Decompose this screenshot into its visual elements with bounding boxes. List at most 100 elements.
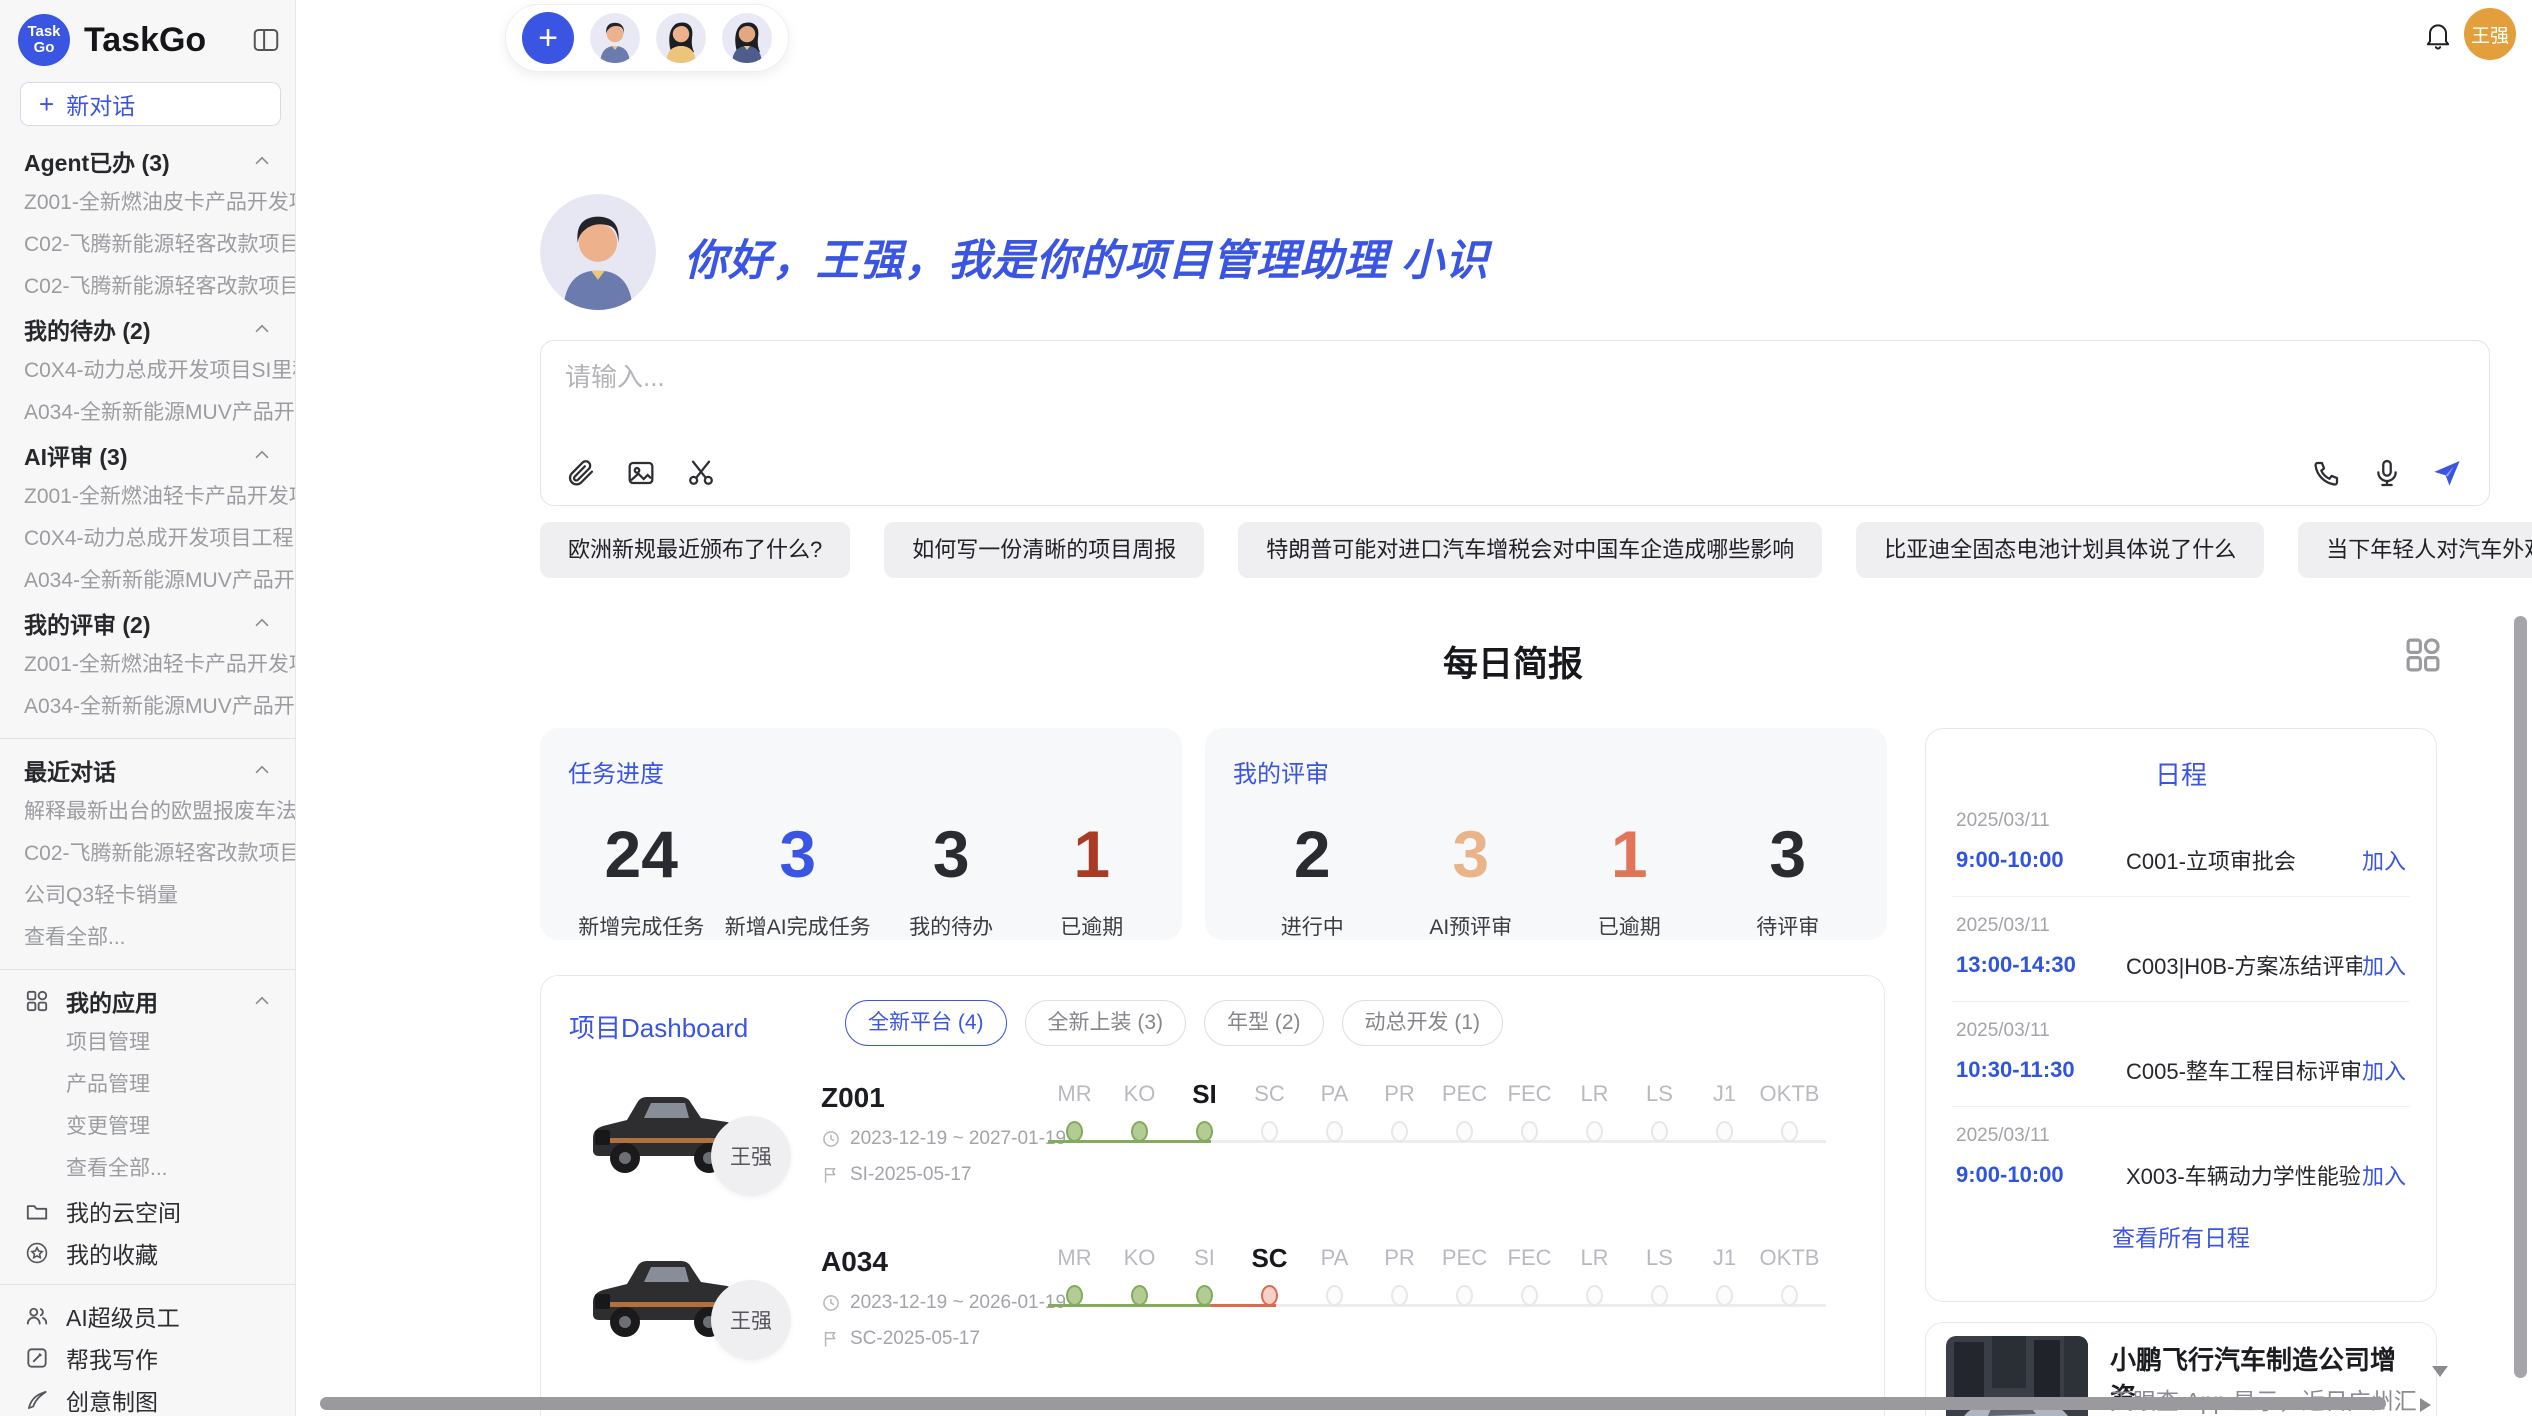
milestone-dot [1391,1285,1408,1306]
event-time: 13:00-14:30 [1956,952,2126,978]
sidebar-section-header[interactable]: 我的待办 (2) [0,308,295,350]
event-time: 9:00-10:00 [1956,847,2126,873]
sidebar-item[interactable]: C02-飞腾新能源轻客改款项目立项汇报方案 [0,266,295,308]
sidebar-tool[interactable]: 创意制图 [0,1379,295,1416]
agent-avatar-2[interactable] [656,13,706,63]
chat-input-card [540,340,2490,506]
view-all-schedule-link[interactable]: 查看所有日程 [1926,1219,2436,1253]
recent-chat-item[interactable]: 解释最新出台的欧盟报废车法规再生塑料比例被调至15%... [0,791,295,833]
sidebar-item[interactable]: C02-飞腾新能源轻客改款项目里程碑画布 [0,224,295,266]
image-upload-icon[interactable] [625,457,657,489]
event-join-link[interactable]: 加入 [2362,844,2406,876]
scroll-right-arrow[interactable] [2420,1398,2431,1412]
sidebar-section-label: 我的待办 (2) [24,312,151,346]
sidebar-section-header[interactable]: 我的评审 (2) [0,602,295,644]
chevron-up-icon[interactable] [251,318,273,340]
dashboard-tab[interactable]: 年型 (2) [1204,1000,1324,1046]
plus-icon: + [39,89,54,120]
apps-view-all[interactable]: 查看全部... [0,1148,295,1190]
stat-metric: 24新增完成任务 [578,815,704,941]
milestone-dot [1196,1285,1213,1306]
microphone-icon[interactable] [2371,457,2403,489]
vertical-scrollbar[interactable] [2514,616,2527,1378]
chevron-up-icon[interactable] [251,444,273,466]
project-owner-badge: 王强 [711,1280,791,1360]
dashboard-tab[interactable]: 全新平台 (4) [845,1000,1007,1046]
suggestion-chip[interactable]: 当下年轻人对汽车外观有怎样的喜好趋势 [2298,522,2532,578]
suggestion-chip[interactable]: 欧洲新规最近颁布了什么? [540,522,850,578]
briefing-layout-icon[interactable] [2402,634,2444,676]
event-join-link[interactable]: 加入 [2362,949,2406,981]
milestone: KO [1107,1236,1172,1306]
sidebar-item[interactable]: Z001-全新燃油皮卡产品开发项目SI节点Lesson Learn报告 [0,182,295,224]
app-link[interactable]: 变更管理 [0,1106,295,1148]
schedule-panel: 日程 2025/03/119:00-10:00C001-立项审批会加入2025/… [1925,728,2437,1302]
sidebar-my-apps[interactable]: 我的应用 [0,980,295,1022]
notification-bell-icon[interactable] [2422,20,2454,52]
attach-icon[interactable] [565,457,597,489]
stat-metric: 2进行中 [1252,815,1372,941]
event-join-link[interactable]: 加入 [2362,1159,2406,1191]
new-chat-button[interactable]: + 新对话 [20,82,281,126]
agent-avatar-1[interactable] [590,13,640,63]
sidebar-section-header[interactable]: Agent已办 (3) [0,140,295,182]
divider [0,1284,295,1285]
chevron-up-icon[interactable] [251,612,273,634]
sidebar-item[interactable]: Z001-全新燃油轻卡产品开发项目SI节点属性5D文件评审 [0,644,295,686]
user-avatar[interactable]: 王强 [2464,8,2516,60]
milestone: PA [1302,1072,1367,1142]
recent-view-all[interactable]: 查看全部... [0,917,295,959]
add-agent-button[interactable]: + [522,12,574,64]
project-dates: 2023-12-19 ~ 2026-01-19 [821,1292,1041,1314]
scroll-down-arrow[interactable] [2432,1366,2448,1377]
sidebar-link[interactable]: 我的收藏 [0,1232,295,1274]
dashboard-tab[interactable]: 动总开发 (1) [1342,1000,1504,1046]
chevron-up-icon[interactable] [251,759,273,781]
chevron-up-icon[interactable] [251,150,273,172]
milestone-label: KO [1124,1236,1156,1280]
logo-text-line1: Task [27,24,60,40]
sidebar-collapse-icon[interactable] [251,25,281,55]
chevron-up-icon[interactable] [251,990,273,1012]
event-name: C003|H0B-方案冻结评审 [2126,949,2362,981]
suggestion-chip[interactable]: 比亚迪全固态电池计划具体说了什么 [1856,522,2264,578]
recent-chat-item[interactable]: 公司Q3轻卡销量 [0,875,295,917]
phone-call-icon[interactable] [2311,457,2343,489]
sidebar-item[interactable]: A034-全新新能源MUV产品开发项目计划变更表编写 [0,392,295,434]
app-link[interactable]: 项目管理 [0,1022,295,1064]
milestone: LR [1562,1072,1627,1142]
sidebar-link[interactable]: 我的云空间 [0,1190,295,1232]
sidebar-item[interactable]: A034-全新新能源MUV产品开发项目法规符合性评审 [0,560,295,602]
milestone-dot [1521,1121,1538,1142]
scissors-icon[interactable] [685,457,717,489]
project-row[interactable]: 王强A0342023-12-19 ~ 2026-01-19SC-2025-05-… [577,1236,1867,1386]
sidebar-section-header[interactable]: AI评审 (3) [0,434,295,476]
horizontal-scrollbar[interactable] [320,1397,2386,1410]
sidebar-item[interactable]: Z001-全新燃油轻卡产品开发项目SI造型提交物评审 [0,476,295,518]
input-toolbar-left [565,457,717,489]
sidebar-section-label: Agent已办 (3) [24,144,170,178]
app-link[interactable]: 产品管理 [0,1064,295,1106]
project-row[interactable]: 王强Z0012023-12-19 ~ 2027-01-19SI-2025-05-… [577,1072,1867,1222]
recent-chat-item[interactable]: C02-飞腾新能源轻客改款项目的闭环通告反馈情况 [0,833,295,875]
sidebar-tool[interactable]: AI超级员工 [0,1295,295,1337]
suggestion-chip[interactable]: 如何写一份清晰的项目周报 [884,522,1204,578]
milestone-label: PEC [1442,1072,1487,1116]
dashboard-tab[interactable]: 全新上装 (3) [1025,1000,1187,1046]
milestone-dot [1131,1121,1148,1142]
star-icon [24,1240,50,1266]
send-icon[interactable] [2431,457,2463,489]
agent-avatar-3[interactable] [722,13,772,63]
event-join-link[interactable]: 加入 [2362,1054,2406,1086]
milestone-dot [1391,1121,1408,1142]
suggestion-chip[interactable]: 特朗普可能对进口汽车增税会对中国车企造成哪些影响 [1238,522,1822,578]
sidebar-tool[interactable]: 帮我写作 [0,1337,295,1379]
chat-input[interactable] [563,355,2267,419]
sidebar-item[interactable]: A034-全新新能源MUV产品开发项目造型可行性评审 [0,686,295,728]
milestone-label: SI [1194,1236,1215,1280]
sidebar-section-header[interactable]: 最近对话 [0,749,295,791]
sidebar-item[interactable]: C0X4-动力总成开发项目SI里程碑提交物检查 [0,350,295,392]
sidebar-item[interactable]: C0X4-动力总成开发项目工程变更评审 [0,518,295,560]
flag-icon [821,1165,841,1185]
project-owner-badge: 王强 [711,1116,791,1196]
